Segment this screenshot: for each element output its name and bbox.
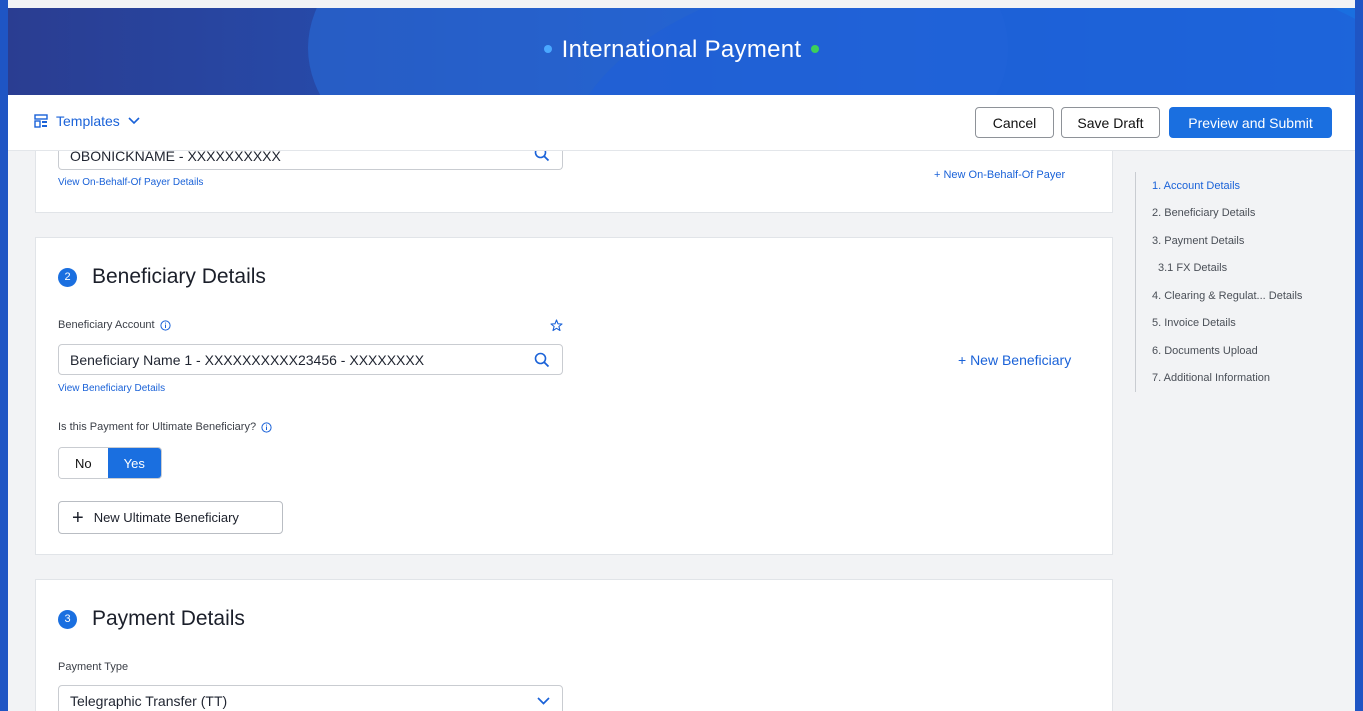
payment-section-title: Payment Details [92, 607, 245, 630]
toggle-no-option[interactable]: No [59, 448, 108, 478]
section-number-badge: 3 [58, 609, 77, 629]
templates-icon [34, 114, 48, 128]
page-title: International Payment [561, 36, 802, 63]
payment-type-value: Telegraphic Transfer (TT) [70, 692, 228, 709]
payment-section-heading: 3 Payment Details [58, 607, 245, 631]
payment-details-card: 3 Payment Details Payment Type Telegraph… [35, 579, 1113, 711]
templates-dropdown[interactable]: Templates [34, 113, 148, 129]
nav-item-account-details[interactable]: 1. Account Details [1136, 172, 1335, 200]
preview-submit-button[interactable]: Preview and Submit [1169, 107, 1332, 138]
new-ultimate-beneficiary-label: New Ultimate Beneficiary [93, 510, 239, 525]
info-icon[interactable] [160, 319, 171, 331]
nav-item-beneficiary-details[interactable]: 2. Beneficiary Details [1136, 200, 1335, 228]
ultimate-beneficiary-toggle[interactable]: No Yes [58, 447, 162, 479]
ultimate-question-text: Is this Payment for Ultimate Beneficiary… [58, 421, 257, 433]
templates-label: Templates [56, 113, 120, 129]
nav-item-additional-information[interactable]: 7. Additional Information [1136, 365, 1335, 393]
search-icon[interactable] [534, 352, 550, 368]
save-draft-button[interactable]: Save Draft [1061, 107, 1160, 138]
chevron-down-icon [128, 117, 140, 125]
toolbar: Templates Cancel Save Draft Preview and … [8, 95, 1355, 151]
toggle-yes-option[interactable]: Yes [107, 448, 161, 478]
nav-item-documents-upload[interactable]: 6. Documents Upload [1136, 337, 1335, 365]
beneficiary-account-value: Beneficiary Name 1 - XXXXXXXXXX23456 - X… [70, 351, 425, 368]
page-title-wrap: International Payment [8, 36, 1355, 64]
form-content: OBONICKNAME - XXXXXXXXXX View On-Behalf-… [35, 143, 1113, 711]
payment-type-select[interactable]: Telegraphic Transfer (TT) [58, 685, 563, 711]
payment-type-label: Payment Type [58, 661, 129, 673]
view-obo-payer-link[interactable]: View On-Behalf-Of Payer Details [58, 177, 203, 188]
nav-item-clearing-regulatory[interactable]: 4. Clearing & Regulat... Details [1136, 282, 1335, 310]
new-beneficiary-link[interactable]: + New Beneficiary [958, 352, 1071, 368]
beneficiary-account-input[interactable]: Beneficiary Name 1 - XXXXXXXXXX23456 - X… [58, 344, 563, 375]
view-beneficiary-link[interactable]: View Beneficiary Details [58, 383, 165, 394]
beneficiary-section-title: Beneficiary Details [92, 265, 266, 288]
title-dot-green [811, 44, 820, 53]
section-number-badge: 2 [58, 267, 77, 287]
beneficiary-section-heading: 2 Beneficiary Details [58, 265, 266, 289]
plus-icon: + [72, 506, 84, 529]
app-frame: International Payment Templates Cancel S… [0, 0, 1363, 711]
info-icon[interactable] [261, 421, 272, 433]
section-navigation: 1. Account Details 2. Beneficiary Detail… [1135, 172, 1335, 392]
header-banner: International Payment [8, 8, 1355, 95]
new-obo-payer-link[interactable]: + New On-Behalf-Of Payer [934, 169, 1065, 181]
chevron-down-icon [537, 697, 550, 705]
title-dot-blue [543, 44, 552, 53]
new-ultimate-beneficiary-button[interactable]: + New Ultimate Beneficiary [58, 501, 283, 534]
nav-item-fx-details[interactable]: 3.1 FX Details [1136, 255, 1335, 283]
cancel-button[interactable]: Cancel [975, 107, 1054, 138]
account-details-card: OBONICKNAME - XXXXXXXXXX View On-Behalf-… [35, 143, 1113, 213]
ultimate-beneficiary-question: Is this Payment for Ultimate Beneficiary… [58, 421, 272, 433]
beneficiary-account-label-text: Beneficiary Account [58, 319, 155, 331]
favorite-star-icon[interactable] [550, 319, 563, 332]
beneficiary-details-card: 2 Beneficiary Details Beneficiary Accoun… [35, 237, 1113, 555]
beneficiary-account-label: Beneficiary Account [58, 319, 171, 331]
nav-item-payment-details[interactable]: 3. Payment Details [1136, 227, 1335, 255]
nav-item-invoice-details[interactable]: 5. Invoice Details [1136, 310, 1335, 338]
